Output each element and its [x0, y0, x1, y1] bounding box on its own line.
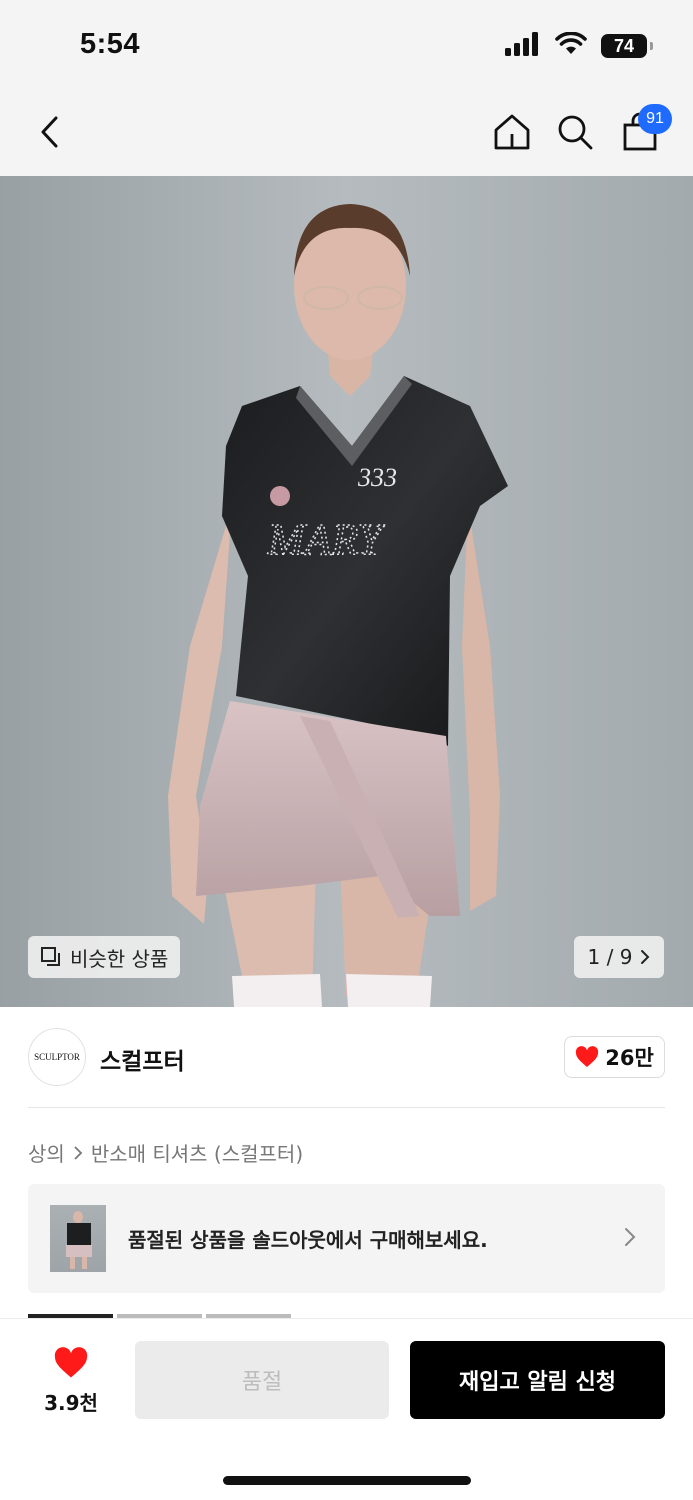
brand-row: SCULPTOR 스컬프터 26만: [28, 1028, 665, 1086]
chevron-right-icon: [625, 1228, 636, 1246]
bottom-action-bar: 3.9천 품절 재입고 알림 신청: [0, 1318, 693, 1500]
brand-like-count: 26만: [605, 1046, 654, 1070]
wishlist-count: 3.9천: [44, 1391, 98, 1415]
status-time: 5:54: [80, 28, 141, 60]
back-button[interactable]: [28, 110, 72, 154]
soldout-banner-text: 품절된 상품을 솔드아웃에서 구매해보세요.: [128, 1228, 488, 1252]
signal-icon: [505, 32, 541, 60]
top-navigation: [0, 92, 693, 176]
home-button[interactable]: [490, 110, 534, 154]
product-image[interactable]: 333 MARY 비슷한 상품 1 / 9: [0, 176, 693, 1007]
similar-products-icon: [41, 947, 60, 966]
brand-like-button[interactable]: 26만: [564, 1036, 665, 1078]
chevron-right-icon: [74, 1145, 83, 1160]
image-counter: 1 / 9: [587, 945, 633, 969]
search-button[interactable]: [553, 110, 597, 154]
home-indicator: [223, 1476, 471, 1485]
brand-name[interactable]: 스컬프터: [100, 1042, 185, 1076]
battery-icon: 74: [601, 34, 653, 58]
wifi-icon: [555, 31, 587, 60]
product-detail-page: 5:54 74 91 333 MARY 비슷한 상품 1 / 9 SCULPTO…: [0, 0, 693, 1500]
wishlist-button[interactable]: 3.9천: [36, 1347, 106, 1416]
breadcrumb: 상의 반소매 티셔츠 (스컬프터): [28, 1138, 303, 1167]
similar-products-button[interactable]: 비슷한 상품: [28, 936, 181, 978]
battery-level: 74: [613, 35, 635, 56]
status-bar: 5:54 74: [0, 0, 693, 92]
shirt-print-text: MARY: [267, 515, 387, 564]
soldout-marketplace-banner[interactable]: 품절된 상품을 솔드아웃에서 구매해보세요.: [28, 1184, 665, 1293]
product-photo: 333 MARY: [0, 176, 693, 1007]
brand-logo[interactable]: SCULPTOR: [28, 1028, 86, 1086]
heart-icon: [54, 1347, 88, 1378]
search-icon: [558, 115, 593, 150]
soldout-button[interactable]: 품절: [135, 1341, 389, 1419]
chevron-right-icon: [641, 950, 650, 964]
status-icons: 74: [505, 30, 653, 62]
breadcrumb-category[interactable]: 상의: [28, 1138, 65, 1167]
image-counter-button[interactable]: 1 / 9: [574, 936, 664, 978]
home-icon: [494, 114, 530, 150]
similar-products-label: 비슷한 상품: [70, 946, 169, 971]
heart-icon: [576, 1046, 599, 1067]
product-thumbnail: [50, 1205, 106, 1272]
breadcrumb-subcategory[interactable]: 반소매 티셔츠 (스컬프터): [91, 1138, 303, 1167]
restock-alert-button[interactable]: 재입고 알림 신청: [410, 1341, 665, 1419]
back-arrow-icon: [41, 116, 58, 148]
divider: [28, 1107, 665, 1108]
shirt-print-number: 333: [357, 463, 397, 492]
cart-count-badge: 91: [638, 104, 672, 134]
